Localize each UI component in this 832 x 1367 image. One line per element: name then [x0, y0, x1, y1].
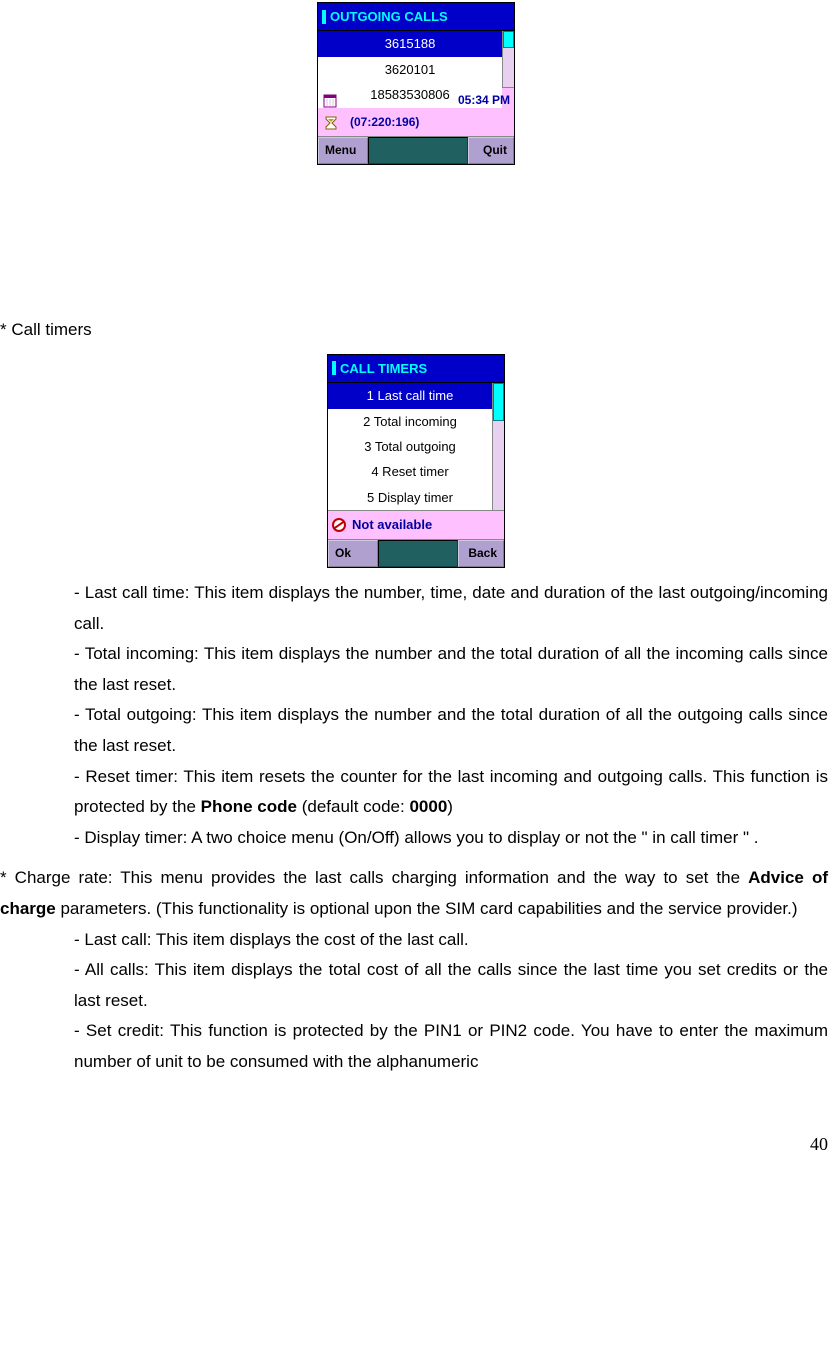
bullet-text: - Total incoming: This item displays the…	[74, 639, 828, 700]
bullet-text: - Total outgoing: This item displays the…	[74, 700, 828, 761]
screen-title-bar: CALL TIMERS	[328, 355, 504, 383]
scrollbar	[492, 383, 504, 510]
menu-softkey: Menu	[318, 137, 368, 165]
prohibit-icon	[332, 518, 346, 532]
softkey-spacer	[368, 137, 468, 165]
status-duration: (07:220:196)	[342, 112, 419, 134]
screen-title: CALL TIMERS	[340, 357, 427, 380]
screen-title: OUTGOING CALLS	[330, 5, 448, 28]
scrollbar	[502, 31, 514, 87]
hourglass-icon	[322, 116, 340, 130]
text-bold: 0000	[409, 797, 447, 816]
softkey-spacer	[378, 540, 458, 568]
menu-item: 4 Reset timer	[328, 459, 492, 484]
bullet-text: - Reset timer: This item resets the coun…	[74, 762, 828, 823]
charge-rate-paragraph: * Charge rate: This menu provides the la…	[0, 863, 828, 924]
text-fragment: parameters. (This functionality is optio…	[56, 899, 798, 918]
outgoing-calls-screenshot: OUTGOING CALLS 3615188 3620101 185835308…	[317, 2, 515, 165]
call-timers-screenshot: CALL TIMERS 1 Last call time 2 Total inc…	[327, 354, 505, 568]
title-indicator-icon	[322, 10, 326, 24]
call-entry: 3620101	[318, 57, 502, 82]
bullet-text: - Last call: This item displays the cost…	[74, 925, 828, 956]
screen-title-bar: OUTGOING CALLS	[318, 3, 514, 31]
quit-softkey: Quit	[468, 137, 514, 165]
call-list: 3615188 3620101 18583530806	[318, 31, 502, 87]
text-fragment: * Charge rate: This menu provides the la…	[0, 868, 748, 887]
calendar-icon	[322, 94, 340, 108]
menu-item: 3 Total outgoing	[328, 434, 492, 459]
call-entry: 3615188	[318, 31, 502, 56]
status-text: Not available	[352, 513, 432, 536]
status-area: Not available	[328, 510, 504, 538]
page-number: 40	[0, 1128, 832, 1160]
status-time: 05:34 PM	[458, 90, 510, 112]
ok-softkey: Ok	[328, 540, 378, 568]
menu-item: 5 Display timer	[328, 485, 492, 510]
bullet-text: - All calls: This item displays the tota…	[74, 955, 828, 1016]
bullet-text: - Set credit: This function is protected…	[74, 1016, 828, 1077]
text-bold: Phone code	[201, 797, 297, 816]
back-softkey: Back	[458, 540, 504, 568]
scroll-thumb	[503, 31, 514, 48]
bullet-text: - Last call time: This item displays the…	[74, 578, 828, 639]
softkey-bar: Ok Back	[328, 539, 504, 568]
text-fragment: )	[447, 797, 453, 816]
menu-item: 1 Last call time	[328, 383, 492, 408]
bullet-text: - Display timer: A two choice menu (On/O…	[74, 823, 828, 854]
menu-item: 2 Total incoming	[328, 409, 492, 434]
scroll-thumb	[493, 383, 504, 421]
softkey-bar: Menu Quit	[318, 136, 514, 165]
title-indicator-icon	[332, 361, 336, 375]
text-fragment: (default code:	[297, 797, 409, 816]
call-timers-heading: * Call timers	[0, 315, 832, 346]
timer-menu-list: 1 Last call time 2 Total incoming 3 Tota…	[328, 383, 492, 510]
